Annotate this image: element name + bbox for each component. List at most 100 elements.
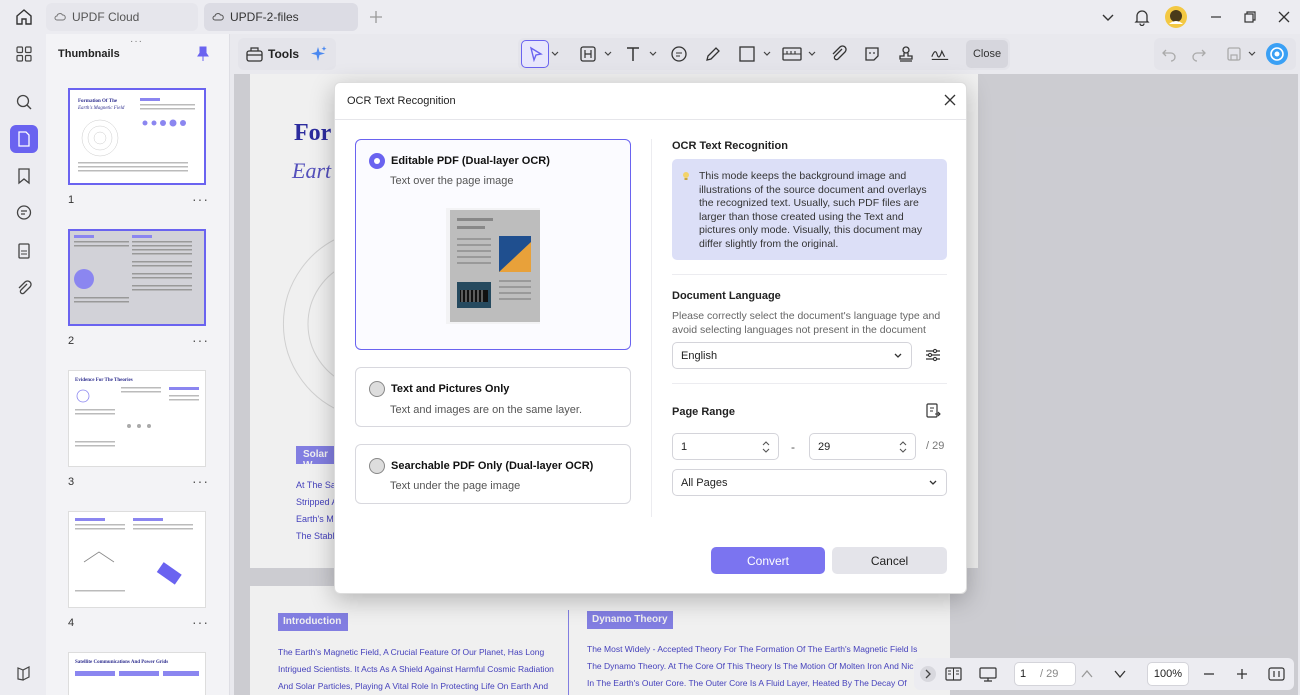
page-layout-icon[interactable]: [945, 666, 962, 682]
page-range-mode-select[interactable]: All Pages: [672, 469, 947, 496]
chevron-down-icon[interactable]: [763, 50, 771, 58]
measure-icon[interactable]: [782, 44, 802, 64]
comment-icon[interactable]: [669, 44, 689, 64]
new-tab-plus-icon[interactable]: [366, 7, 386, 27]
undo-icon[interactable]: [1159, 44, 1179, 64]
page-number-input[interactable]: 1: [1020, 668, 1026, 680]
range-total: / 29: [926, 440, 945, 452]
page-range-from[interactable]: 1: [672, 433, 779, 460]
left-rail: [0, 34, 46, 695]
minimize-icon[interactable]: [1206, 7, 1226, 27]
thumbnail-page-3[interactable]: Evidence For The Theories: [68, 370, 206, 467]
actual-size-icon[interactable]: [1268, 666, 1285, 682]
zoom-in-icon[interactable]: [1235, 667, 1249, 681]
updf-ai-icon[interactable]: [1266, 43, 1288, 65]
tab-label: UPDF Cloud: [72, 10, 140, 24]
tab-label: UPDF-2-files: [230, 10, 299, 24]
close-toolbar-button[interactable]: Close: [966, 40, 1008, 68]
option-searchable-pdf[interactable]: Searchable PDF Only (Dual-layer OCR) Tex…: [355, 444, 631, 504]
radio-text-and-pictures[interactable]: [369, 381, 385, 397]
cancel-button[interactable]: Cancel: [832, 547, 947, 574]
prev-page-icon[interactable]: [1080, 667, 1094, 681]
thumbnail-more-button[interactable]: ···: [192, 473, 209, 489]
language-value: English: [681, 349, 718, 362]
thumbnails-panel: ··· Thumbnails Formation Of The Earth's …: [46, 34, 230, 695]
divider: [672, 383, 947, 384]
pin-icon[interactable]: [196, 46, 210, 62]
thumbnail-more-button[interactable]: ···: [192, 614, 209, 630]
thumbnails-title: Thumbnails: [58, 48, 120, 60]
tab-updf-cloud[interactable]: UPDF Cloud: [46, 3, 198, 31]
attachment-icon[interactable]: [10, 274, 38, 302]
attachment-icon[interactable]: [829, 44, 849, 64]
comment-icon[interactable]: [10, 199, 38, 227]
grid-icon[interactable]: [10, 40, 38, 68]
thumbnail-more-button[interactable]: ···: [192, 191, 209, 207]
spinner-icon[interactable]: [899, 440, 907, 454]
spinner-icon[interactable]: [762, 440, 770, 454]
document-icon[interactable]: [10, 237, 38, 265]
restore-icon[interactable]: [1240, 7, 1260, 27]
thumbnails-icon[interactable]: [10, 125, 38, 153]
drag-handle[interactable]: ···: [130, 36, 143, 47]
avatar[interactable]: [1165, 6, 1187, 28]
zoom-out-icon[interactable]: [1202, 667, 1216, 681]
radio-searchable-pdf[interactable]: [369, 458, 385, 474]
option-text-and-pictures[interactable]: Text and Pictures Only Text and images a…: [355, 367, 631, 427]
page-range-icon[interactable]: [925, 403, 941, 419]
radio-editable-pdf[interactable]: [369, 153, 385, 169]
signature-icon[interactable]: [930, 44, 950, 64]
home-icon[interactable]: [14, 7, 34, 27]
text-tool-icon[interactable]: [623, 44, 643, 64]
bookmark-icon[interactable]: [10, 162, 38, 190]
chevron-down-icon[interactable]: [1098, 7, 1118, 27]
thumbnail-number: 4: [68, 617, 75, 629]
save-icon[interactable]: [1224, 44, 1244, 64]
thumbnail-page-1[interactable]: Formation Of The Earth's Magnetic Field: [68, 88, 206, 185]
chevron-down-icon[interactable]: [604, 50, 612, 58]
text-box-icon[interactable]: [578, 44, 598, 64]
chevron-down-icon[interactable]: [1248, 50, 1256, 58]
range-dash: -: [791, 440, 795, 454]
thumbnail-number: 2: [68, 335, 75, 347]
presentation-icon[interactable]: [979, 666, 997, 682]
info-box: This mode keeps the background image and…: [672, 159, 947, 260]
bell-icon[interactable]: [1132, 7, 1152, 27]
tools-button[interactable]: Tools: [268, 47, 299, 61]
page-range-to[interactable]: 29: [809, 433, 916, 460]
tab-updf-2-files[interactable]: UPDF-2-files: [204, 3, 358, 31]
chevron-down-icon[interactable]: [649, 50, 657, 58]
select-tool-button[interactable]: [521, 40, 549, 68]
option-editable-pdf[interactable]: Editable PDF (Dual-layer OCR) Text over …: [355, 139, 631, 350]
ai-sparkle-icon[interactable]: [310, 45, 328, 63]
next-page-icon[interactable]: [1113, 667, 1127, 681]
chevron-down-icon[interactable]: [808, 50, 816, 58]
thumbnail-page-4[interactable]: [68, 511, 206, 608]
cloud-icon: [212, 11, 224, 23]
convert-button[interactable]: Convert: [711, 547, 825, 574]
close-window-icon[interactable]: [1274, 7, 1294, 27]
rectangle-icon[interactable]: [737, 44, 757, 64]
page-range-title: Page Range: [672, 406, 735, 418]
zoom-level[interactable]: 100%: [1147, 662, 1189, 686]
collapse-chevron-icon[interactable]: [920, 666, 936, 682]
option-title: Searchable PDF Only (Dual-layer OCR): [391, 460, 594, 472]
thumbnail-more-button[interactable]: ···: [192, 332, 209, 348]
chevron-down-icon[interactable]: [551, 50, 559, 58]
close-icon[interactable]: [943, 93, 957, 107]
stamp-icon[interactable]: [896, 44, 916, 64]
toolbox-icon[interactable]: [246, 46, 263, 62]
thumbnail-number: 3: [68, 476, 75, 488]
svg-text:Earth's Magnetic Field: Earth's Magnetic Field: [77, 106, 125, 111]
search-icon[interactable]: [10, 88, 38, 116]
settings-sliders-icon[interactable]: [925, 347, 941, 363]
thumbnail-page-5[interactable]: Satellite Communications And Power Grids: [68, 652, 206, 695]
pencil-icon[interactable]: [703, 44, 723, 64]
thumbnail-page-2[interactable]: [68, 229, 206, 326]
layers-icon[interactable]: [10, 659, 38, 687]
editable-pdf-illustration: [443, 202, 543, 328]
redo-icon[interactable]: [1189, 44, 1209, 64]
language-select[interactable]: English: [672, 342, 912, 369]
svg-text:Evidence For The Theories: Evidence For The Theories: [75, 378, 133, 383]
sticker-icon[interactable]: [862, 44, 882, 64]
